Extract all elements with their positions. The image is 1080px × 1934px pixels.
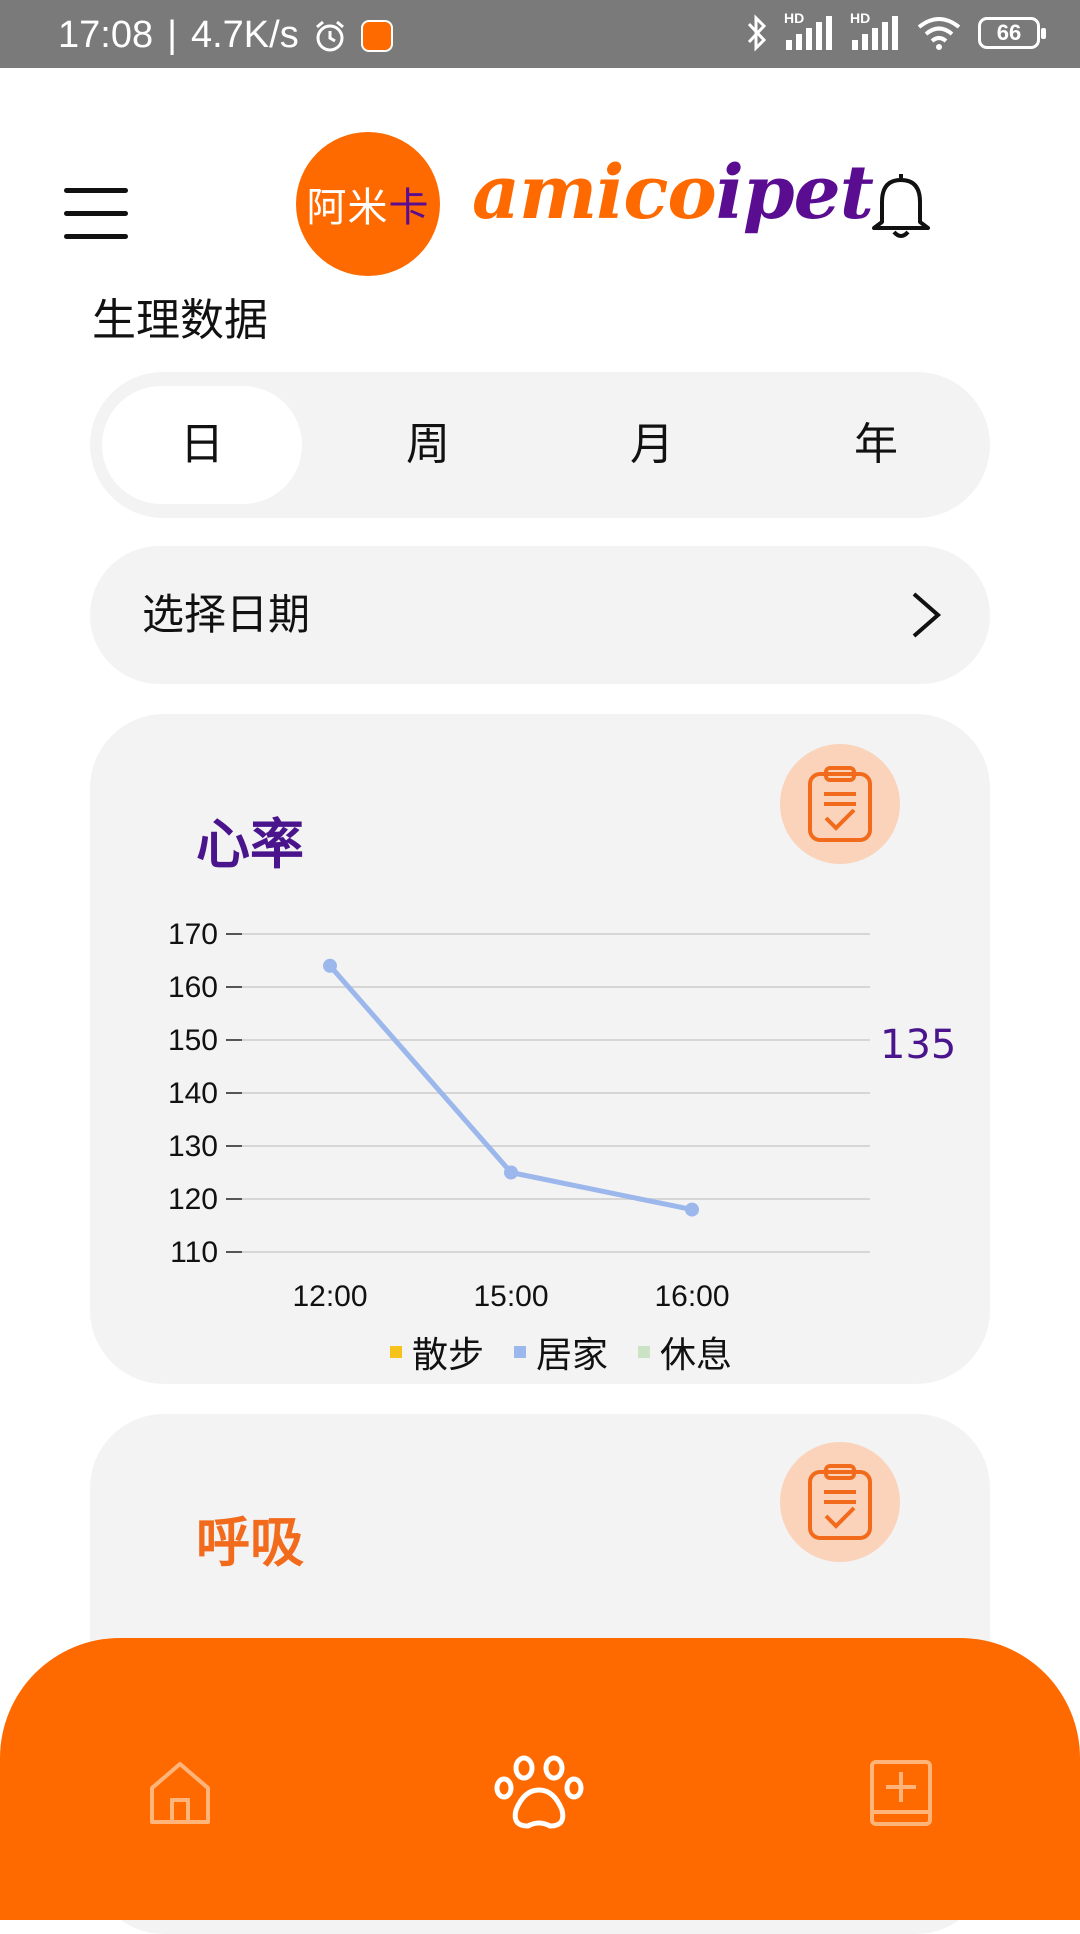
heart-rate-current-value: 135: [880, 1022, 957, 1068]
heart-rate-chart: 170 160 150 140 130 120 110 12:00 15:00 16:00: [168, 918, 870, 1313]
y-tick-label: 170: [168, 918, 218, 951]
date-picker-row[interactable]: 选择日期: [90, 546, 990, 684]
chart-legend: 散步 居家 休息: [390, 1326, 732, 1378]
logo-wordmark-ipet: ipet: [715, 150, 874, 236]
logo-wordmark-amico: amico: [472, 150, 717, 236]
logo-cn-text-accent: 卡: [388, 185, 430, 231]
paw-icon[interactable]: [494, 1754, 584, 1834]
period-segmented-control: 日 周 月 年: [90, 372, 990, 518]
legend-label: 休息: [660, 1335, 733, 1376]
date-picker-label: 选择日期: [142, 590, 311, 639]
y-tick-label: 140: [168, 1077, 218, 1110]
clipboard-check-icon: [808, 1464, 872, 1540]
tab-year[interactable]: 年: [776, 372, 976, 518]
tab-week[interactable]: 周: [328, 372, 528, 518]
signal-2: HD: [850, 10, 900, 52]
legend-item-walk: 散步: [390, 1326, 484, 1378]
y-tick-label: 130: [168, 1130, 218, 1163]
chevron-right-icon: [912, 592, 942, 638]
respiration-title: 呼吸: [196, 1511, 304, 1574]
bottom-navigation: [0, 1638, 1080, 1920]
signal-bars-icon: [786, 16, 832, 50]
menu-icon[interactable]: [64, 188, 128, 240]
status-separator: |: [167, 14, 177, 56]
status-bar: 17:08 | 4.7K/s HD HD 66: [0, 0, 1080, 68]
battery-indicator: 66: [978, 17, 1046, 49]
tab-month[interactable]: 月: [552, 372, 752, 518]
signal-1: HD: [784, 10, 834, 52]
x-tick-label: 15:00: [473, 1280, 548, 1313]
page-title: 生理数据: [92, 295, 268, 346]
respiration-record-button[interactable]: [780, 1442, 900, 1562]
bluetooth-icon: [747, 14, 767, 52]
home-icon[interactable]: [148, 1758, 212, 1828]
signal-bars-icon: [852, 16, 898, 50]
app-notification-icon: [360, 19, 393, 52]
data-point[interactable]: [323, 958, 337, 973]
y-tick-label: 150: [168, 1024, 218, 1057]
x-tick-label: 12:00: [292, 1280, 367, 1313]
heart-rate-card: 心率 170 160 150 140 130 120 110 12:00 15:00 16:00 …: [90, 714, 990, 1384]
tab-day[interactable]: 日: [102, 372, 302, 518]
logo-badge: 阿米卡: [296, 132, 440, 276]
legend-item-home: 居家: [514, 1326, 608, 1378]
y-tick-label: 110: [170, 1236, 218, 1269]
data-point[interactable]: [685, 1202, 699, 1217]
data-point[interactable]: [504, 1165, 518, 1180]
alarm-icon: [315, 20, 344, 51]
legend-label: 居家: [536, 1335, 609, 1376]
logo-cn-text: 阿米: [306, 185, 389, 231]
add-book-icon[interactable]: [868, 1758, 934, 1828]
x-tick-label: 16:00: [654, 1280, 729, 1313]
legend-label: 散步: [412, 1335, 485, 1376]
legend-item-rest: 休息: [638, 1326, 732, 1378]
notification-bell-icon[interactable]: [868, 168, 934, 240]
y-tick-label: 160: [168, 971, 218, 1004]
status-net-speed: 4.7K/s: [190, 14, 299, 56]
logo-wordmark: amicoipet: [472, 150, 874, 236]
y-tick-label: 120: [168, 1183, 218, 1216]
wifi-icon: [917, 17, 961, 50]
status-time: 17:08: [58, 14, 154, 56]
